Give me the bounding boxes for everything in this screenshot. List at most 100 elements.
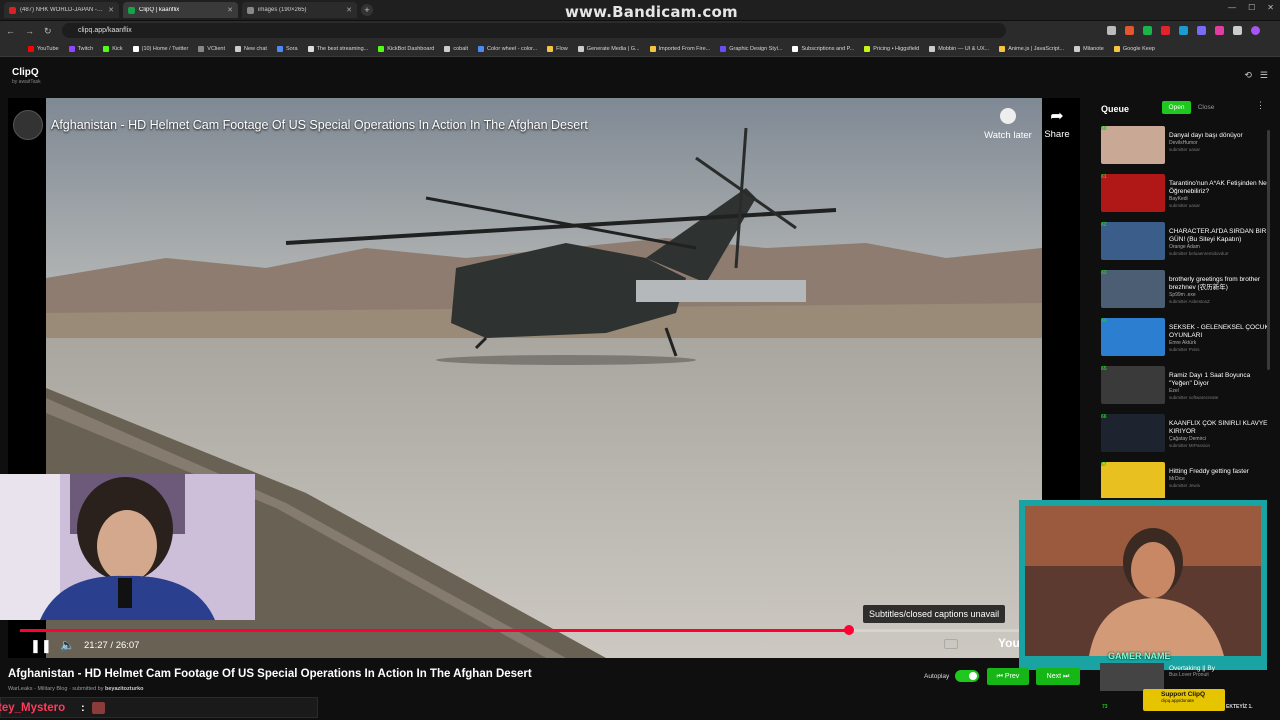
bookmark-item[interactable]: Sora (276, 45, 298, 52)
channel-avatar[interactable] (13, 110, 43, 140)
bookmark-favicon-icon (28, 45, 34, 52)
volume-icon[interactable]: 🔈 (60, 638, 75, 652)
bookmark-item[interactable]: Color wheel - color... (478, 45, 537, 52)
url-field[interactable]: clipq.app/kaanflix (62, 23, 1006, 38)
new-tab-button[interactable]: + (361, 4, 373, 16)
bookmark-item[interactable]: VClient (198, 45, 226, 52)
share-label: Share (1044, 129, 1070, 140)
forward-icon[interactable]: → (25, 26, 34, 36)
star-icon[interactable] (1107, 26, 1116, 35)
bookmark-favicon-icon (103, 45, 110, 52)
bookmark-item[interactable]: Flow (547, 45, 568, 52)
bookmark-favicon-icon (720, 45, 727, 52)
bookmark-item[interactable]: Pricing • Higgsfield (864, 45, 919, 52)
bookmark-item[interactable]: Generate Media | G... (577, 45, 640, 52)
bookmark-item[interactable]: Milanote (1074, 45, 1104, 52)
queue-item-submitter: submitter MrPassion (1169, 443, 1211, 448)
queue-close-button[interactable]: Close (1194, 101, 1218, 114)
profile-avatar[interactable] (1251, 26, 1260, 35)
bookmark-label: Google Keep (1122, 45, 1155, 52)
queue-item-text: brotherly greetings from brother brezhne… (1169, 276, 1269, 305)
clock-icon (1000, 108, 1016, 124)
watch-later-button[interactable]: Watch later (980, 108, 1036, 141)
browser-tab[interactable]: images (190×265) ✕ (242, 2, 357, 18)
queue-item-channel: BayKedi (1169, 196, 1188, 202)
queue-item[interactable]: 60 Danyal dayı başı dönüyor DevilsHumor sub… (1088, 124, 1274, 172)
channel-name[interactable]: WarLeaks - Military Blog (8, 686, 67, 692)
header-actions: ⟲ ☰ (1244, 70, 1268, 81)
queue-item-submitter: submitter Pviss (1169, 347, 1200, 352)
queue-item-number: 61 (1101, 174, 1107, 180)
extension-icon[interactable] (1125, 26, 1134, 35)
pause-icon[interactable]: ❚❚ (30, 638, 52, 654)
browser-tab-active[interactable]: ClipQ | kaanflix ✕ (123, 2, 238, 18)
extension-icon[interactable] (1179, 26, 1188, 35)
bookmark-item[interactable]: (10) Home / Twitter (132, 45, 188, 52)
extension-icon[interactable] (1197, 26, 1206, 35)
bookmark-label: The best streaming... (316, 45, 369, 52)
bookmark-favicon-icon (999, 45, 1006, 52)
queue-item-thumbnail (1101, 222, 1165, 260)
captions-icon[interactable] (944, 639, 958, 649)
maximize-icon[interactable]: ☐ (1248, 3, 1255, 12)
queue-item[interactable]: 65 Ramiz Dayı 1 Saat Boyunca "Yeğen" Diyo… (1088, 364, 1274, 412)
queue-item[interactable]: 66 KAANFLİX ÇOK SİNİRLİ KLAVYE KIRIYOR Çağ… (1088, 412, 1274, 460)
queue-title: Queue (1101, 104, 1130, 114)
screen: (487) NHK WORLD-JAPAN - Yo ✕ ClipQ | kaa… (0, 0, 1280, 720)
queue-item[interactable]: 62 CHARACTER.AI'DA SIRDAN BİR GÜN! (Bu Si… (1088, 220, 1274, 268)
queue-item[interactable]: 61 Tarantino'nun A*AK Fetişinden Ne Öğren… (1088, 172, 1274, 220)
queue-scrollbar[interactable] (1267, 130, 1270, 370)
prev-button[interactable]: ⏮ Prev (987, 668, 1029, 685)
bookmark-label: Mobbin — UI & UX... (938, 45, 990, 52)
queue-item-number: 66 (1101, 414, 1107, 420)
bookmark-item[interactable]: The best streaming... (307, 45, 369, 52)
settings-sliders-icon[interactable]: ☰ (1260, 70, 1268, 81)
queue-item[interactable]: 64 SEKSEK - GELENEKSEL ÇOCUK OYUNLARI Emre… (1088, 316, 1274, 364)
close-tab-icon[interactable]: ✕ (108, 6, 114, 14)
bookmark-item[interactable]: Imported From Fire... (649, 45, 710, 52)
queue-item-number: 73 (1102, 704, 1108, 710)
queue-open-button[interactable]: Open (1162, 101, 1191, 114)
queue-item[interactable]: 67 Hitting Freddy getting faster MrDice sub… (1088, 460, 1274, 498)
bookmark-label: VClient (207, 45, 226, 52)
browser-tab[interactable]: (487) NHK WORLD-JAPAN - Yo ✕ (4, 2, 119, 18)
close-tab-icon[interactable]: ✕ (227, 6, 233, 14)
bookmark-item[interactable]: Graphic Design Styl... (720, 45, 782, 52)
back-icon[interactable]: ← (6, 26, 15, 36)
bookmark-item[interactable]: New chat (235, 45, 267, 52)
seek-bar[interactable] (20, 625, 1030, 635)
extension-icon[interactable] (1143, 26, 1152, 35)
bookmark-item[interactable]: Mobbin — UI & UX... (929, 45, 990, 52)
more-options-icon[interactable]: ⋮ (1256, 100, 1265, 111)
extension-icon[interactable] (1161, 26, 1170, 35)
history-icon[interactable]: ⟲ (1244, 70, 1252, 81)
app-name[interactable]: ClipQ (12, 67, 39, 78)
reload-icon[interactable]: ↻ (44, 26, 52, 37)
bookmark-item[interactable]: Kick (103, 45, 123, 52)
player-video-title[interactable]: Afghanistan - HD Helmet Cam Footage Of U… (51, 118, 588, 132)
submitter-name[interactable]: beyazitozturko (105, 686, 144, 692)
queue-item[interactable]: 63 brotherly greetings from brother brezh… (1088, 268, 1274, 316)
extension-icon[interactable] (1215, 26, 1224, 35)
minimize-icon[interactable]: — (1228, 3, 1236, 12)
extension-icon[interactable] (1233, 26, 1242, 35)
bookmark-item[interactable]: Google Keep (1113, 45, 1155, 52)
bookmark-item[interactable]: Subscriptions and P... (792, 45, 854, 52)
share-button[interactable]: ➦ Share (1040, 108, 1074, 140)
queue-item-text: CHARACTER.AI'DA SIRDAN BİR GÜN! (Bu Site… (1169, 228, 1269, 257)
extensions-area (1107, 26, 1260, 35)
bookmark-item[interactable]: Anime.js | JavaScript... (999, 45, 1064, 52)
bookmark-item[interactable]: KickBot Dashboard (378, 45, 434, 52)
support-clipq-banner[interactable]: Support ClipQ clipq.app/donate (1143, 689, 1225, 711)
autoplay-toggle[interactable] (955, 670, 979, 682)
chat-separator: : (81, 702, 85, 714)
bookmark-item[interactable]: Twitch (68, 45, 93, 52)
bookmark-item[interactable]: YouTube (28, 45, 59, 52)
chat-emote-icon (92, 702, 105, 714)
close-window-icon[interactable]: ✕ (1267, 3, 1274, 12)
submitted-prefix: · submitted by (68, 686, 104, 692)
queue-item-text: Tarantino'nun A*AK Fetişinden Ne Öğreneb… (1169, 180, 1269, 209)
bookmark-item[interactable]: cobalt (444, 45, 468, 52)
next-button[interactable]: Next ⏭ (1036, 668, 1080, 685)
close-tab-icon[interactable]: ✕ (346, 6, 352, 14)
